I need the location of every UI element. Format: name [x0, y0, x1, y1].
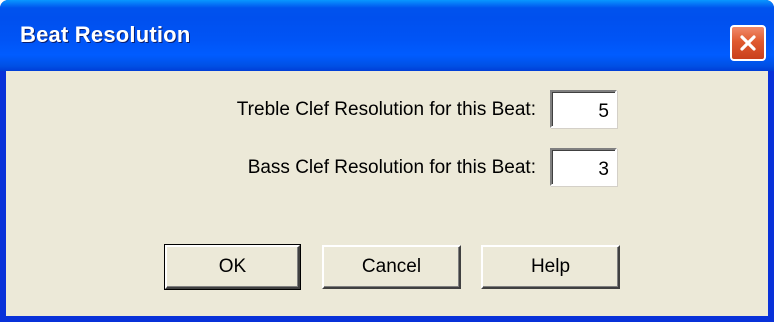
close-button[interactable]	[730, 25, 766, 61]
dialog-body: Treble Clef Resolution for this Beat: Ba…	[6, 71, 768, 316]
help-button[interactable]: Help	[481, 245, 620, 289]
bass-resolution-label: Bass Clef Resolution for this Beat:	[247, 157, 536, 178]
window-title: Beat Resolution	[20, 22, 191, 47]
bass-resolution-input[interactable]	[550, 148, 617, 186]
treble-resolution-label: Treble Clef Resolution for this Beat:	[236, 99, 536, 120]
cancel-button[interactable]: Cancel	[322, 245, 461, 289]
treble-resolution-input[interactable]	[550, 90, 617, 128]
title-bar[interactable]: Beat Resolution	[0, 0, 774, 71]
dialog-window: Beat Resolution Treble Clef Resolution f…	[0, 0, 774, 322]
close-icon	[738, 33, 758, 53]
ok-button[interactable]: OK	[164, 244, 301, 290]
